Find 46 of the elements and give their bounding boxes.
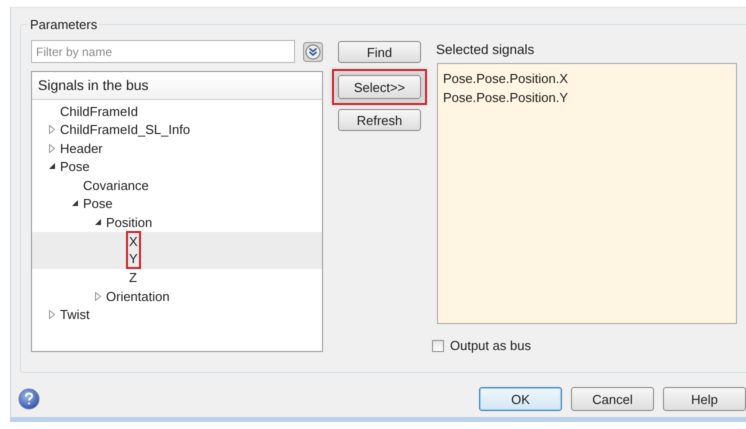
refresh-button[interactable]: Refresh <box>338 109 421 131</box>
column-header: Signals in the bus <box>37 76 149 95</box>
tree-item[interactable]: Header <box>32 139 322 158</box>
tree-item[interactable]: Y <box>32 250 322 268</box>
checkbox-label: Output as bus <box>450 338 531 353</box>
tree-item-label: Position <box>105 214 154 231</box>
tree-item[interactable]: Pose <box>32 158 322 176</box>
tree-item-label: ChildFrameId_SL_Info <box>59 121 192 138</box>
tree-item-label: Covariance <box>82 176 150 194</box>
collapsed-triangle-icon[interactable] <box>94 292 102 301</box>
selected-signal[interactable]: Pose.Pose.Position.Y <box>443 88 731 107</box>
tree-item[interactable]: Position <box>32 213 322 232</box>
group-title: Parameters <box>29 17 98 32</box>
checkbox[interactable] <box>432 340 444 352</box>
tree-item-label: Header <box>59 140 104 157</box>
tree-item-label: Z <box>128 269 138 286</box>
tree-item[interactable]: ChildFrameId_SL_Info <box>32 120 322 139</box>
tree-item[interactable]: Covariance <box>32 176 322 194</box>
tree-item[interactable]: ChildFrameId <box>32 102 322 120</box>
tree-item-label: Orientation <box>105 288 171 305</box>
list-title: Selected signals <box>436 41 536 59</box>
tree-item[interactable]: Twist <box>32 306 322 324</box>
expanded-triangle-icon[interactable] <box>94 218 102 227</box>
help-icon[interactable] <box>18 388 40 410</box>
tree-item-label: Pose <box>82 195 114 212</box>
tree-item-label: Pose <box>59 158 91 176</box>
ok-button[interactable]: OK <box>479 387 562 411</box>
collapsed-triangle-icon[interactable] <box>48 144 56 153</box>
tree-item-label: Twist <box>59 306 91 324</box>
tree-item-label: ChildFrameId <box>59 102 140 120</box>
collapsed-triangle-icon[interactable] <box>48 125 56 134</box>
select-button[interactable]: Select>> <box>338 75 421 99</box>
collapsed-triangle-icon[interactable] <box>48 310 56 320</box>
tree-item-label: Y <box>126 250 141 269</box>
filter-field[interactable]: Filter by name <box>31 40 295 63</box>
selected-signal[interactable]: Pose.Pose.Position.X <box>443 69 731 88</box>
tree-item[interactable]: X <box>32 232 322 250</box>
double-chevron-icon[interactable] <box>303 42 323 62</box>
tree-item[interactable]: Z <box>32 268 322 287</box>
expanded-triangle-icon[interactable] <box>71 199 79 208</box>
tree-item[interactable]: Orientation <box>32 287 322 306</box>
expanded-triangle-icon[interactable] <box>48 162 56 172</box>
find-button[interactable]: Find <box>338 41 421 63</box>
cancel-button[interactable]: Cancel <box>571 387 654 411</box>
tree-item[interactable]: Pose <box>32 194 322 213</box>
help-button[interactable]: Help <box>663 387 746 411</box>
